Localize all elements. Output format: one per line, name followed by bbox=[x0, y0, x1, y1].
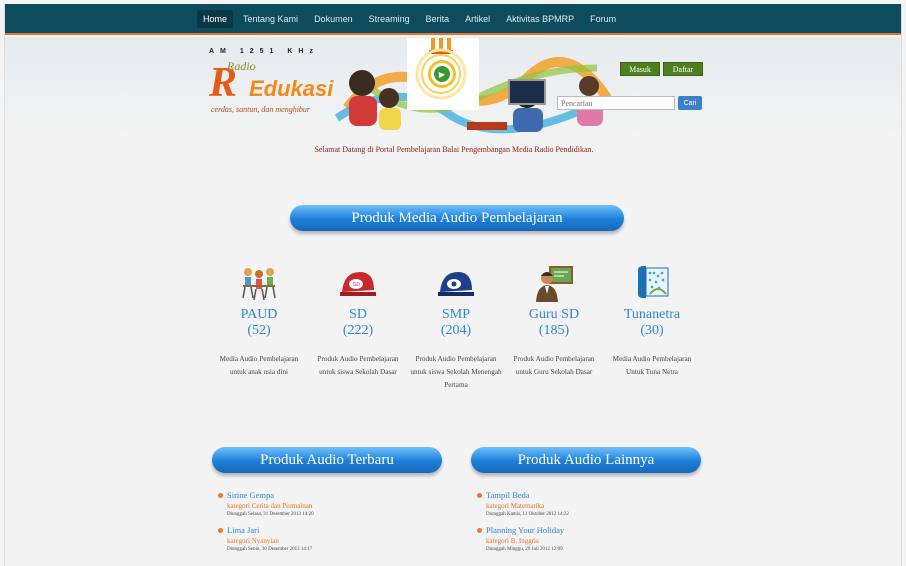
category-description: Produk Audio Pembelajaran untuk Guru Sek… bbox=[513, 355, 595, 376]
blue-cap-icon bbox=[438, 272, 474, 296]
products-banner: Produk Media Audio Pembelajaran bbox=[290, 205, 624, 231]
nav-item-forum[interactable]: Forum bbox=[584, 10, 622, 28]
category-label: kategori bbox=[486, 537, 509, 545]
category-name: PAUD bbox=[240, 307, 278, 322]
category-description: Media Audio Pembelajaran untuk anak usia… bbox=[219, 355, 299, 376]
category-paud[interactable]: PAUD (52) Media Audio Pembelajaran untuk… bbox=[211, 264, 307, 379]
list-item: Tampil Beda kategori Matematika Diunggah… bbox=[476, 490, 706, 519]
category-name: SMP bbox=[441, 307, 471, 322]
category-sd[interactable]: SD SD (222) Produk Audio Pembelajaran un… bbox=[310, 264, 406, 379]
product-category: kategori B. Inggris bbox=[486, 536, 706, 546]
product-title-link[interactable]: Sirine Gempa bbox=[227, 490, 447, 501]
logo-r-letter: R bbox=[209, 60, 238, 106]
teacher-icon bbox=[536, 266, 573, 302]
category-description: Produk Audio Pembelajaran untuk siswa Se… bbox=[410, 355, 502, 389]
register-button[interactable]: Daftar bbox=[663, 62, 703, 76]
category-name: Guru SD bbox=[528, 307, 580, 322]
bullet-icon bbox=[218, 528, 223, 533]
logo-name: Edukasi bbox=[249, 76, 334, 101]
logo-tagline: cerdas, santun, dan menghibur bbox=[211, 105, 311, 114]
category-label: kategori bbox=[227, 537, 250, 545]
upload-date: Diunggah Selasa, 31 Desember 2013 14:20 bbox=[227, 512, 314, 517]
upload-date: Diunggah Kamis, 11 Oktober 2012 14:22 bbox=[486, 512, 569, 517]
category-count: (204) bbox=[440, 323, 472, 338]
play-button[interactable]: ▶ bbox=[428, 60, 456, 88]
svg-text:SD: SD bbox=[353, 282, 360, 288]
list-item: Planning Your Holiday kategori B. Inggri… bbox=[476, 525, 706, 554]
list-item: Lima Jari kategori Nyanyian Diunggah Sen… bbox=[217, 525, 447, 554]
nav-item-tentang-kami[interactable]: Tentang Kami bbox=[237, 10, 304, 28]
category-label: kategori bbox=[486, 502, 509, 510]
category-link[interactable]: Cerita dan Permainan bbox=[252, 502, 313, 510]
product-category: kategori Cerita dan Permainan bbox=[227, 501, 447, 511]
braille-book-icon bbox=[638, 266, 669, 298]
category-count: (222) bbox=[342, 323, 374, 338]
product-title-link[interactable]: Planning Your Holiday bbox=[486, 525, 706, 536]
category-name: SD bbox=[349, 307, 367, 322]
search-button[interactable]: Cari bbox=[678, 96, 702, 110]
children-icon bbox=[242, 268, 276, 301]
product-category: kategori Nyanyian bbox=[227, 536, 447, 546]
other-products-banner: Produk Audio Lainnya bbox=[471, 447, 701, 473]
top-navbar: Home Tentang Kami Dokumen Streaming Beri… bbox=[5, 4, 901, 35]
latest-products-list: Sirine Gempa kategori Cerita dan Permain… bbox=[217, 490, 447, 560]
bullet-icon bbox=[477, 493, 482, 498]
category-tunanetra[interactable]: Tunanetra (30) Media Audio Pembelajaran … bbox=[604, 264, 700, 379]
category-link[interactable]: Matematika bbox=[511, 502, 544, 510]
page: Home Tentang Kami Dokumen Streaming Beri… bbox=[4, 4, 902, 566]
category-name: Tunanetra bbox=[623, 307, 681, 322]
category-link[interactable]: B. Inggris bbox=[511, 537, 539, 545]
nav-item-dokumen[interactable]: Dokumen bbox=[308, 10, 359, 28]
category-link[interactable]: Nyanyian bbox=[252, 537, 279, 545]
list-item: Sirine Gempa kategori Cerita dan Permain… bbox=[217, 490, 447, 519]
nav-item-artikel[interactable]: Artikel bbox=[459, 10, 496, 28]
product-category: kategori Matematika bbox=[486, 501, 706, 511]
nav-item-home[interactable]: Home bbox=[197, 10, 234, 28]
category-count: (52) bbox=[247, 323, 271, 338]
category-guru-sd[interactable]: Guru SD (185) Produk Audio Pembelajaran … bbox=[506, 264, 602, 379]
product-title-link[interactable]: Lima Jari bbox=[227, 525, 447, 536]
upload-date: Diunggah Minggu, 29 Juli 2012 12:09 bbox=[486, 547, 563, 552]
play-icon: ▶ bbox=[434, 66, 450, 82]
nav-menu: Home Tentang Kami Dokumen Streaming Beri… bbox=[197, 10, 626, 28]
nav-item-berita[interactable]: Berita bbox=[420, 10, 456, 28]
product-title-link[interactable]: Tampil Beda bbox=[486, 490, 706, 501]
welcome-message: Selamat Datang di Portal Pembelajaran Ba… bbox=[314, 145, 594, 154]
upload-date: Diunggah Senin, 30 Desember 2013 14:17 bbox=[227, 547, 313, 552]
category-description: Produk Audio Pembelajaran untuk siswa Se… bbox=[317, 355, 399, 376]
login-button[interactable]: Masuk bbox=[620, 62, 660, 76]
category-count: (30) bbox=[640, 323, 664, 338]
category-label: kategori bbox=[227, 502, 250, 510]
nav-item-aktivitas[interactable]: Aktivitas BPMRP bbox=[500, 10, 580, 28]
bullet-icon bbox=[477, 528, 482, 533]
latest-products-banner: Produk Audio Terbaru bbox=[212, 447, 442, 473]
category-count: (185) bbox=[538, 323, 570, 338]
search-input[interactable] bbox=[557, 96, 675, 110]
red-cap-icon: SD bbox=[340, 272, 376, 296]
other-products-list: Tampil Beda kategori Matematika Diunggah… bbox=[476, 490, 706, 560]
bullet-icon bbox=[218, 493, 223, 498]
category-smp[interactable]: SMP (204) Produk Audio Pembelajaran untu… bbox=[408, 264, 504, 392]
category-description: Media Audio Pembelajaran Untuk Tuna Netr… bbox=[612, 355, 692, 376]
nav-item-streaming[interactable]: Streaming bbox=[363, 10, 416, 28]
